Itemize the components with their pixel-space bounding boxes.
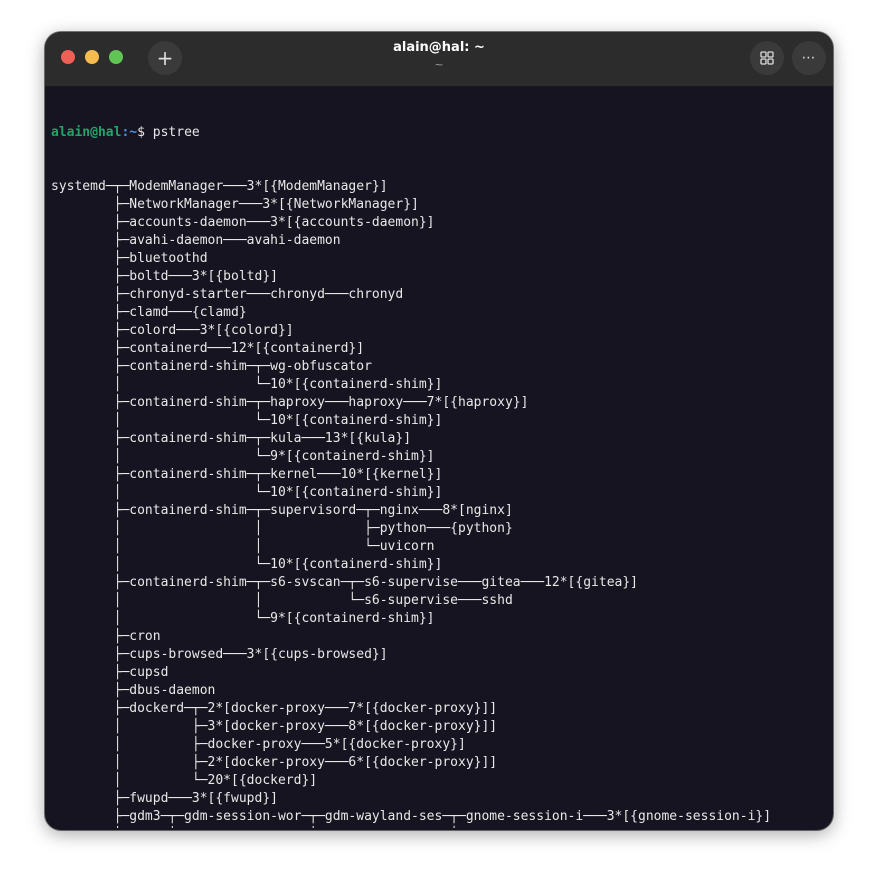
output-line: │ └─10*[{containerd-shim}]	[51, 413, 443, 428]
output-line: │ └─10*[{containerd-shim}]	[51, 485, 443, 500]
output-line: ├─containerd-shim─┬─haproxy───haproxy───…	[51, 395, 529, 410]
prompt-path: :~	[121, 125, 138, 140]
output-line: │ │ ├─python───{python}	[51, 521, 513, 536]
output-line: │ ├─docker-proxy───5*[{docker-proxy}]	[51, 737, 466, 752]
title-bar: + alain@hal: ~ ~ ⋯	[45, 32, 833, 87]
output-line: ├─avahi-daemon───avahi-daemon	[51, 233, 341, 248]
output-line: │ ├─3*[docker-proxy───8*[{docker-proxy}]…	[51, 719, 498, 734]
output-line: │ │ │ └─3*[{gdm-wayland-ses}]	[51, 826, 831, 828]
output-line: ├─dbus-daemon	[51, 683, 216, 698]
output-line: │ └─10*[{containerd-shim}]	[51, 557, 443, 572]
output-line: ├─containerd───12*[{containerd}]	[51, 341, 365, 356]
output-line: ├─dockerd─┬─2*[docker-proxy───7*[{docker…	[51, 701, 498, 716]
prompt-symbol: $	[137, 125, 153, 140]
output-line: ├─chronyd-starter───chronyd───chronyd	[51, 287, 404, 302]
prompt-user: alain@hal	[51, 125, 122, 140]
terminal-output[interactable]: alain@hal:~$ pstree systemd─┬─ModemManag…	[51, 88, 831, 828]
output-line: ├─fwupd───3*[{fwupd}]	[51, 791, 278, 806]
output-line: │ └─10*[{containerd-shim}]	[51, 377, 443, 392]
output-line: ├─boltd───3*[{boltd}]	[51, 269, 278, 284]
output-line: ├─containerd-shim─┬─kula───13*[{kula}]	[51, 431, 412, 446]
output-line: ├─containerd-shim─┬─s6-svscan─┬─s6-super…	[51, 575, 638, 590]
output-line: │ └─20*[{dockerd}]	[51, 773, 318, 788]
window-title: alain@hal: ~	[393, 40, 485, 55]
output-line: │ └─9*[{containerd-shim}]	[51, 611, 435, 626]
output-line: │ ├─2*[docker-proxy───6*[{docker-proxy}]…	[51, 755, 498, 770]
output-line: systemd─┬─ModemManager───3*[{ModemManage…	[51, 179, 388, 194]
more-icon: ⋯	[801, 50, 817, 66]
output-line: ├─gdm3─┬─gdm-session-wor─┬─gdm-wayland-s…	[51, 809, 772, 824]
output-line: ├─containerd-shim─┬─kernel───10*[{kernel…	[51, 467, 443, 482]
pstree-output: systemd─┬─ModemManager───3*[{ModemManage…	[51, 178, 831, 828]
output-line: ├─cron	[51, 629, 161, 644]
window-subtitle: ~	[434, 58, 444, 71]
output-line: ├─NetworkManager───3*[{NetworkManager}]	[51, 197, 419, 212]
output-line: ├─cupsd	[51, 665, 169, 680]
prompt-command: pstree	[152, 125, 200, 140]
output-line: │ └─9*[{containerd-shim}]	[51, 449, 435, 464]
menu-button[interactable]: ⋯	[792, 41, 826, 75]
tab-overview-button[interactable]	[750, 41, 784, 75]
output-line: ├─containerd-shim─┬─supervisord─┬─nginx─…	[51, 503, 513, 518]
output-line: ├─containerd-shim─┬─wg-obfuscator	[51, 359, 372, 374]
output-line: ├─cups-browsed───3*[{cups-browsed}]	[51, 647, 388, 662]
output-line: ├─clamd───{clamd}	[51, 305, 247, 320]
prompt-line: alain@hal:~$ pstree	[51, 124, 831, 142]
output-line: ├─colord───3*[{colord}]	[51, 323, 294, 338]
output-line: ├─accounts-daemon───3*[{accounts-daemon}…	[51, 215, 435, 230]
grid-icon	[760, 51, 774, 65]
terminal-window: + alain@hal: ~ ~ ⋯ alain@hal:~$ pstree s…	[45, 32, 833, 830]
output-line: ├─bluetoothd	[51, 251, 208, 266]
output-line: │ │ └─s6-supervise───sshd	[51, 593, 513, 608]
output-line: │ │ └─uvicorn	[51, 539, 435, 554]
